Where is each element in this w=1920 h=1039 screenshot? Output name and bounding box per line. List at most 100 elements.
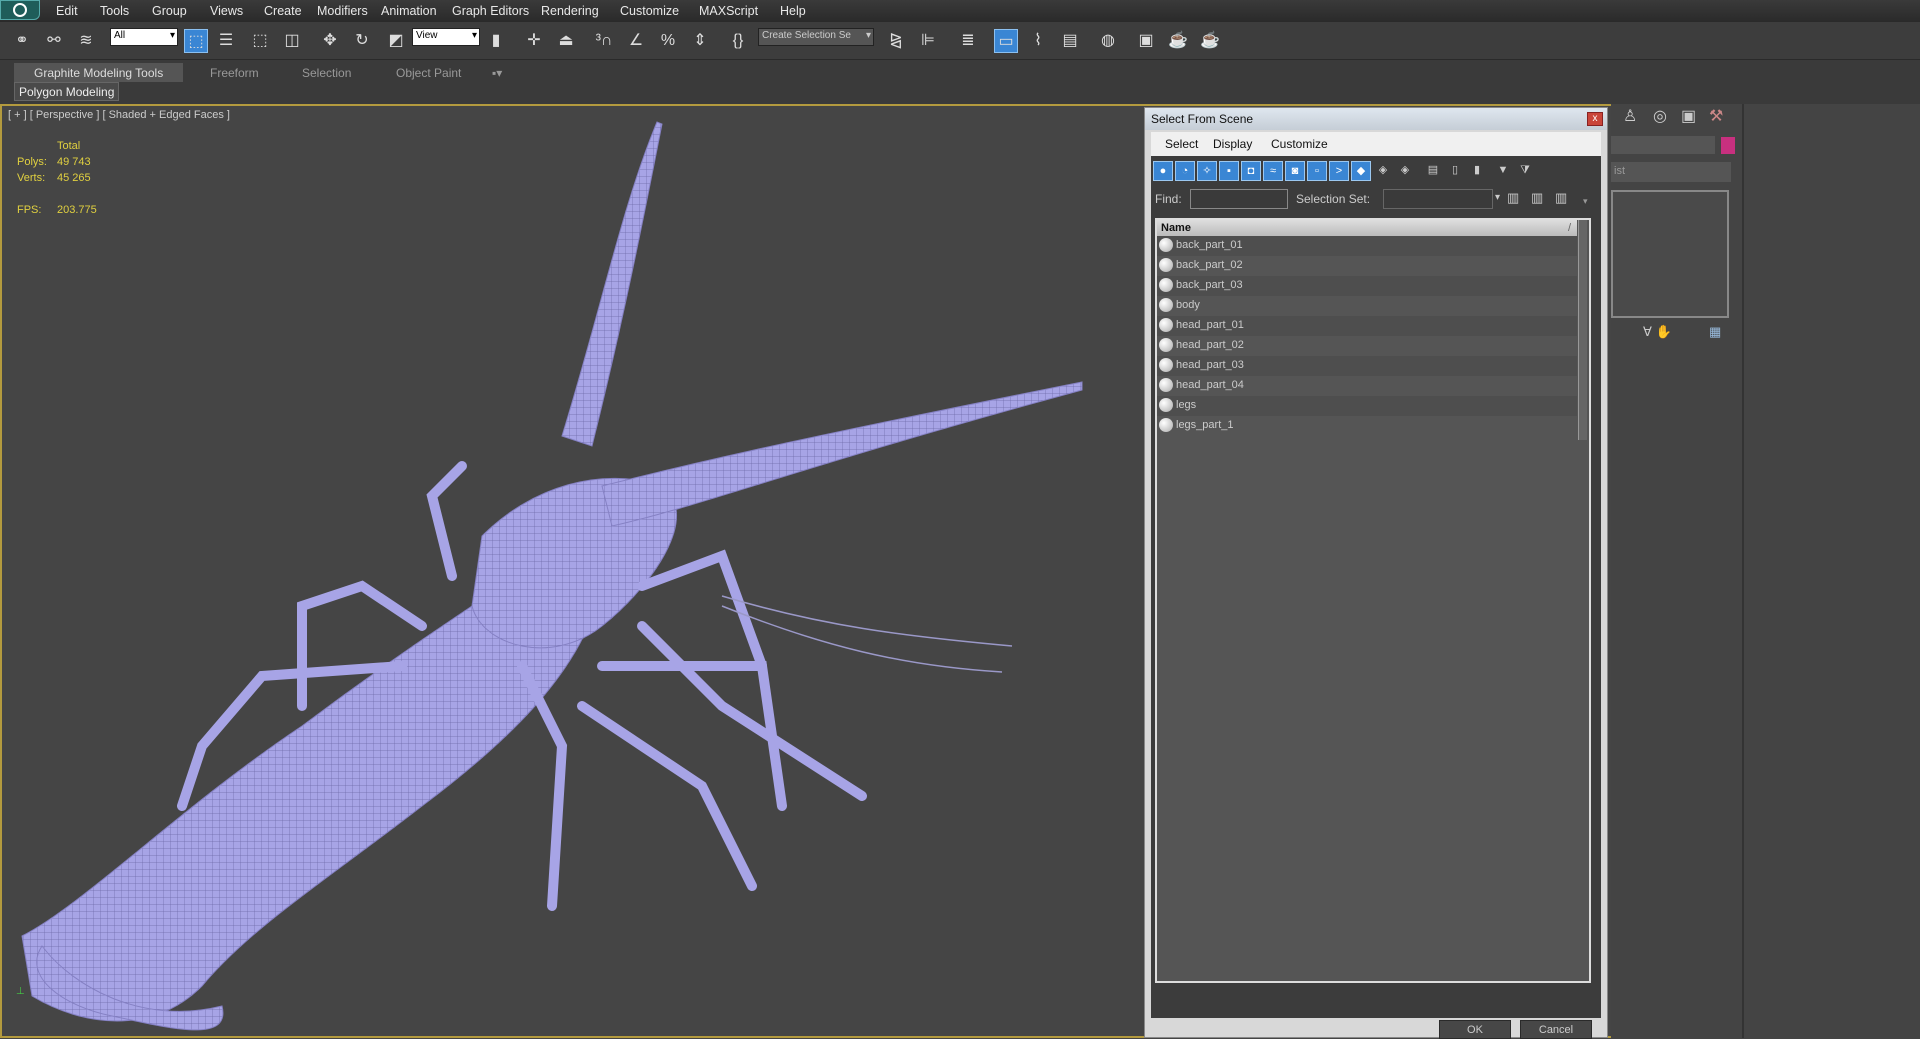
modifier-stack[interactable]	[1611, 190, 1729, 318]
filter-lights-icon[interactable]: ✧	[1197, 161, 1217, 181]
select-invert-icon[interactable]: ▮	[1467, 161, 1487, 181]
hierarchy-tab-icon[interactable]: ♙	[1623, 106, 1637, 126]
manipulate-icon[interactable]: ✛	[522, 29, 546, 53]
filter-space-warps-icon[interactable]: ≈	[1263, 161, 1283, 181]
keyboard-shortcut-override-icon[interactable]: ⏏	[554, 29, 578, 53]
menu-maxscript[interactable]: MAXScript	[699, 4, 758, 18]
object-color-swatch[interactable]	[1721, 137, 1735, 154]
ribbon-options-icon[interactable]: ▪▾	[486, 63, 508, 82]
column-header-name[interactable]: Name /	[1157, 220, 1577, 236]
menu-tools[interactable]: Tools	[100, 4, 129, 18]
cancel-button[interactable]: Cancel	[1520, 1020, 1592, 1039]
dialog-menu-select[interactable]: Select	[1165, 137, 1198, 151]
link-icon[interactable]: ⚭	[10, 29, 34, 53]
filter-containers-icon[interactable]: ◆	[1351, 161, 1371, 181]
list-item[interactable]: back_part_02	[1157, 256, 1577, 276]
list-item[interactable]: back_part_01	[1157, 236, 1577, 256]
layer-manager-icon[interactable]: ≣	[956, 29, 980, 53]
align-icon[interactable]: ⊫	[916, 29, 940, 53]
menu-animation[interactable]: Animation	[381, 4, 437, 18]
tab-graphite-modeling-tools[interactable]: Graphite Modeling Tools	[14, 63, 184, 82]
pin-stack-icon[interactable]: ∀ ✋	[1643, 324, 1672, 340]
menu-help[interactable]: Help	[780, 4, 806, 18]
schematic-view-icon[interactable]: ▤	[1058, 29, 1082, 53]
window-crossing-icon[interactable]: ◫	[280, 29, 304, 53]
list-item[interactable]: legs_part_1	[1157, 416, 1577, 436]
tab-selection[interactable]: Selection	[282, 63, 371, 82]
list-item[interactable]: body	[1157, 296, 1577, 316]
list-item[interactable]: head_part_04	[1157, 376, 1577, 396]
find-input[interactable]	[1190, 189, 1288, 209]
filter-geometry-icon[interactable]: ●	[1153, 161, 1173, 181]
dialog-menu-display[interactable]: Display	[1213, 137, 1252, 151]
display-tab-icon[interactable]: ▣	[1681, 106, 1696, 126]
menu-rendering[interactable]: Rendering	[541, 4, 599, 18]
object-list[interactable]: Name / back_part_01 back_part_02 back_part_…	[1155, 218, 1591, 983]
menu-group[interactable]: Group	[152, 4, 187, 18]
mirror-icon[interactable]: ⧎	[884, 29, 908, 53]
selection-set-dropdown-arrow-icon[interactable]: ▾	[1495, 192, 1500, 203]
spinner-snap-icon[interactable]: ⇕	[688, 29, 712, 53]
selection-set-dropdown[interactable]	[1383, 189, 1493, 209]
material-editor-icon[interactable]: ◍	[1096, 29, 1120, 53]
filter-icon[interactable]: ▼	[1493, 161, 1513, 181]
selection-filter-dropdown[interactable]: All	[110, 28, 178, 46]
named-selection-set-dropdown[interactable]: Create Selection Se	[758, 28, 874, 46]
modifier-list-dropdown[interactable]: ist	[1611, 162, 1731, 182]
filter-bones-icon[interactable]: >	[1329, 161, 1349, 181]
snap-toggle-icon[interactable]: ³∩	[592, 29, 616, 53]
object-name-field[interactable]	[1611, 136, 1715, 154]
filter-shapes-icon[interactable]: ◔	[1175, 161, 1195, 181]
pivot-center-icon[interactable]: ▮	[484, 29, 508, 53]
scale-icon[interactable]: ◩	[384, 29, 408, 53]
filter-xrefs-icon[interactable]: ▫	[1307, 161, 1327, 181]
move-icon[interactable]: ✥	[318, 29, 342, 53]
tab-object-paint[interactable]: Object Paint	[376, 63, 481, 82]
tab-freeform[interactable]: Freeform	[190, 63, 279, 82]
app-logo-icon[interactable]	[0, 0, 40, 20]
selection-set-add-icon[interactable]: ▥	[1507, 190, 1519, 206]
menu-edit[interactable]: Edit	[56, 4, 78, 18]
render-production-icon[interactable]: ☕	[1198, 29, 1222, 53]
menu-customize[interactable]: Customize	[620, 4, 679, 18]
curve-editor-icon[interactable]: ⌇	[1026, 29, 1050, 53]
select-all-icon[interactable]: ▤	[1423, 161, 1443, 181]
close-button[interactable]: x	[1587, 112, 1603, 126]
render-setup-icon[interactable]: ▣	[1134, 29, 1158, 53]
list-item[interactable]: legs	[1157, 396, 1577, 416]
selection-set-select-icon[interactable]: ▥	[1555, 190, 1567, 206]
utilities-tab-icon[interactable]: ⚒	[1709, 106, 1723, 126]
list-item[interactable]: head_part_02	[1157, 336, 1577, 356]
bind-space-warp-icon[interactable]: ≋	[74, 29, 98, 53]
menu-graph-editors[interactable]: Graph Editors	[452, 4, 529, 18]
filter-options-icon[interactable]: ⧩	[1515, 161, 1535, 181]
menu-modifiers[interactable]: Modifiers	[317, 4, 368, 18]
toolbar-overflow-icon[interactable]: ▾	[1583, 196, 1588, 207]
filter-groups-icon[interactable]: ◙	[1285, 161, 1305, 181]
menu-create[interactable]: Create	[264, 4, 302, 18]
tab-polygon-modeling[interactable]: Polygon Modeling	[14, 82, 120, 101]
edit-named-selection-icon[interactable]: {}	[726, 29, 750, 53]
configure-modifier-sets-icon[interactable]: ▦	[1709, 324, 1721, 340]
motion-tab-icon[interactable]: ◎	[1653, 106, 1667, 126]
filter-hidden-icon[interactable]: ◈	[1395, 161, 1415, 181]
ok-button[interactable]: OK	[1439, 1020, 1511, 1039]
rotate-icon[interactable]: ↻	[350, 29, 374, 53]
list-scrollbar[interactable]	[1578, 220, 1587, 440]
filter-frozen-icon[interactable]: ◈	[1373, 161, 1393, 181]
select-by-name-icon[interactable]: ☰	[214, 29, 238, 53]
reference-coordinate-dropdown[interactable]: View	[412, 28, 480, 46]
rectangular-selection-icon[interactable]: ⬚	[248, 29, 272, 53]
selection-set-remove-icon[interactable]: ▥	[1531, 190, 1543, 206]
rendered-frame-icon[interactable]: ☕	[1166, 29, 1190, 53]
dialog-title[interactable]: Select From Scene	[1145, 108, 1607, 130]
filter-helpers-icon[interactable]: ◘	[1241, 161, 1261, 181]
graphite-toggle-icon[interactable]: ▭	[994, 29, 1018, 53]
dialog-menu-customize[interactable]: Customize	[1271, 137, 1328, 151]
percent-snap-icon[interactable]: %	[656, 29, 680, 53]
select-object-icon[interactable]: ⬚	[184, 29, 208, 53]
filter-cameras-icon[interactable]: ▪	[1219, 161, 1239, 181]
select-none-icon[interactable]: ▯	[1445, 161, 1465, 181]
angle-snap-icon[interactable]: ∠	[624, 29, 648, 53]
menu-views[interactable]: Views	[210, 4, 243, 18]
